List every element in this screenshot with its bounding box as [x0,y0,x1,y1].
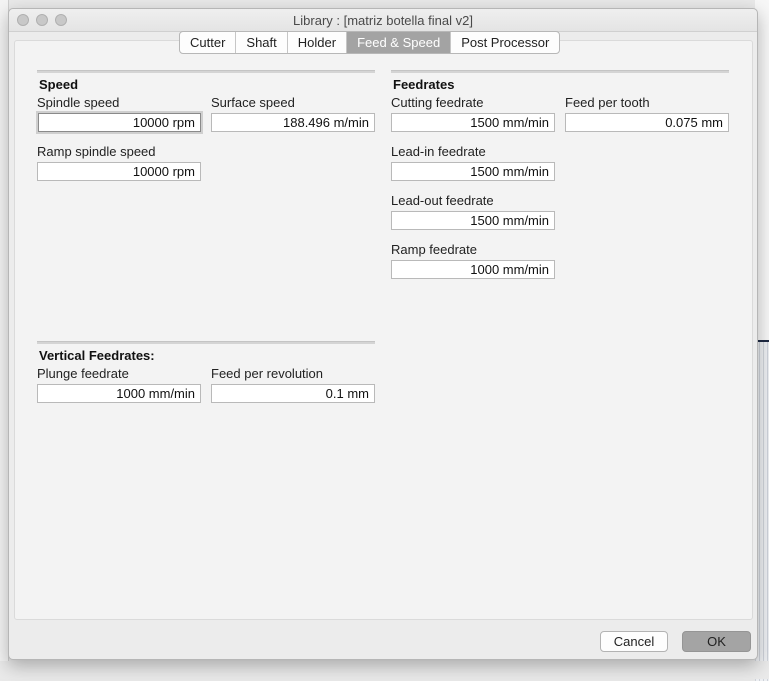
feedrates-divider [391,70,729,73]
speed-divider [37,70,375,73]
lead-out-feedrate-label: Lead-out feedrate [391,193,494,208]
library-dialog: Library : [matriz botella final v2] Cutt… [8,8,758,660]
feed-per-revolution-label: Feed per revolution [211,366,324,381]
feed-per-tooth-input[interactable]: 0.075 mm [565,113,729,132]
tab-feed-speed[interactable]: Feed & Speed [347,32,452,53]
ramp-spindle-speed-label: Ramp spindle speed [37,144,156,159]
ramp-feedrate-input[interactable]: 1000 mm/min [391,260,555,279]
plunge-feedrate-input[interactable]: 1000 mm/min [37,384,201,403]
tab-post-processor[interactable]: Post Processor [451,32,559,53]
cutting-feedrate-input[interactable]: 1500 mm/min [391,113,555,132]
feed-speed-panel: Speed Spindle speed 10000 rpm Surface sp… [14,40,753,620]
window-title: Library : [matriz botella final v2] [293,13,473,28]
title-bar[interactable]: Library : [matriz botella final v2] [9,9,757,32]
feedrates-section-title: Feedrates [393,77,455,92]
ramp-spindle-speed-input[interactable]: 10000 rpm [37,162,201,181]
ok-button[interactable]: OK [682,631,751,652]
feed-per-revolution-input[interactable]: 0.1 mm [211,384,375,403]
tab-cutter[interactable]: Cutter [180,32,237,53]
cancel-button[interactable]: Cancel [600,631,668,652]
cutting-feedrate-label: Cutting feedrate [391,95,484,110]
tab-shaft[interactable]: Shaft [236,32,288,53]
vertical-feedrates-divider [37,341,375,344]
background-app-bottom [0,661,769,679]
plunge-feedrate-label: Plunge feedrate [37,366,129,381]
vertical-feedrates-section-title: Vertical Feedrates: [39,348,155,363]
lead-out-feedrate-input[interactable]: 1500 mm/min [391,211,555,230]
speed-section-title: Speed [39,77,79,92]
tab-bar: Cutter Shaft Holder Feed & Speed Post Pr… [179,31,561,54]
surface-speed-label: Surface speed [211,95,295,110]
ramp-feedrate-label: Ramp feedrate [391,242,477,257]
lead-in-feedrate-label: Lead-in feedrate [391,144,486,159]
lead-in-feedrate-input[interactable]: 1500 mm/min [391,162,555,181]
spindle-speed-input[interactable]: 10000 rpm [38,113,201,132]
spindle-speed-label: Spindle speed [37,95,120,110]
surface-speed-input[interactable]: 188.496 m/min [211,113,375,132]
feed-per-tooth-label: Feed per tooth [565,95,650,110]
tab-holder[interactable]: Holder [288,32,348,53]
